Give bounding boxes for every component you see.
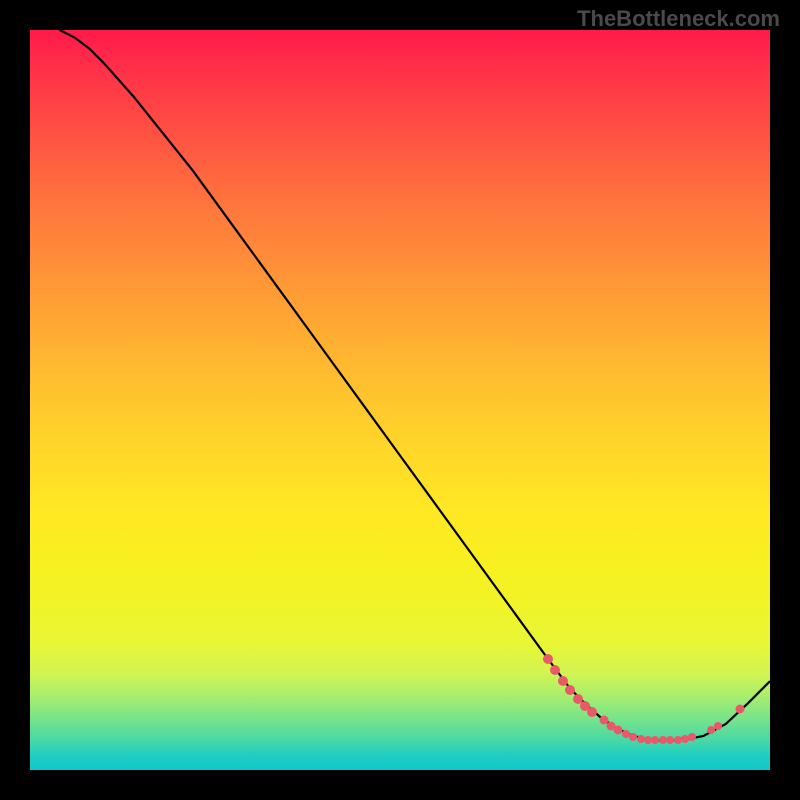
watermark: TheBottleneck.com — [577, 6, 780, 32]
data-marker — [558, 676, 568, 686]
data-marker — [550, 665, 560, 675]
data-marker — [543, 654, 553, 664]
data-marker — [736, 705, 745, 714]
curve-line — [30, 30, 770, 770]
data-marker — [714, 722, 722, 730]
data-marker — [688, 733, 696, 741]
data-marker — [587, 707, 597, 717]
data-marker — [565, 685, 575, 695]
plot-area — [30, 30, 770, 770]
